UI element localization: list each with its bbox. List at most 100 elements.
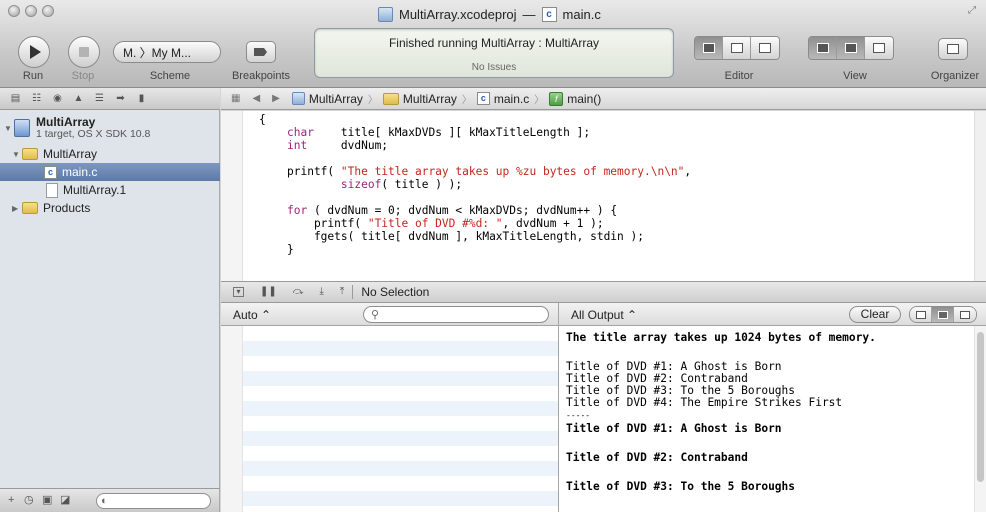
show-both-button[interactable] bbox=[932, 307, 954, 322]
show-variables-only-button[interactable] bbox=[910, 307, 932, 322]
code-line: printf( "The title array takes up %zu by… bbox=[287, 165, 692, 178]
tree-item-label: MultiArray bbox=[43, 147, 98, 161]
log-navigator-icon[interactable]: ▮ bbox=[136, 93, 147, 104]
console-scrollbar[interactable] bbox=[974, 326, 986, 512]
console-output-filter[interactable]: All Output ⌃ bbox=[571, 308, 637, 322]
activity-status: Finished running MultiArray : MultiArray bbox=[388, 36, 600, 50]
console-line: Title of DVD #4: The Empire Strikes Firs… bbox=[566, 396, 843, 409]
tree-item-manpage[interactable]: MultiArray.1 bbox=[0, 181, 220, 199]
step-out-icon[interactable]: ⤒ bbox=[340, 287, 344, 297]
tree-item-products[interactable]: ▶ Products bbox=[0, 199, 220, 217]
c-file-icon: c bbox=[44, 165, 57, 179]
c-file-icon: c bbox=[476, 92, 490, 105]
hide-debug-area-icon[interactable]: ▾ bbox=[233, 287, 244, 297]
view-label: View bbox=[843, 70, 867, 82]
toggle-navigator-button[interactable] bbox=[809, 37, 837, 59]
toggle-utilities-button[interactable] bbox=[865, 37, 893, 59]
breadcrumb-project[interactable]: MultiArray bbox=[291, 92, 363, 106]
variables-scope-popup[interactable]: Auto ⌃ bbox=[233, 308, 271, 322]
editor-label: Editor bbox=[724, 70, 754, 82]
tree-item-label: MultiArray.1 bbox=[63, 183, 127, 197]
variables-header: Auto ⌃ ⚲ bbox=[221, 303, 558, 326]
forward-arrow-icon[interactable]: ▶ bbox=[272, 93, 280, 104]
disclosure-expanded-icon[interactable]: ▼ bbox=[4, 124, 14, 133]
utilities-panel-icon bbox=[873, 43, 885, 53]
code-line: printf( "Title of DVD #%d: ", dvdNum + 1… bbox=[287, 217, 604, 230]
show-console-only-button[interactable] bbox=[954, 307, 976, 322]
stop-button[interactable] bbox=[68, 36, 100, 68]
project-navigator-icon[interactable]: ▤ bbox=[10, 93, 21, 104]
variables-search-input[interactable]: ⚲ bbox=[363, 306, 549, 323]
close-window-button[interactable] bbox=[8, 5, 20, 17]
breakpoint-navigator-icon[interactable]: ➡ bbox=[115, 93, 126, 104]
symbol-navigator-icon[interactable]: ☷ bbox=[31, 93, 42, 104]
breadcrumb-group[interactable]: MultiArray bbox=[382, 92, 457, 106]
breadcrumb-file[interactable]: c main.c bbox=[476, 92, 529, 106]
debug-navigator-icon[interactable]: ☰ bbox=[94, 93, 105, 104]
xcodeproj-icon bbox=[378, 6, 393, 22]
grid-icon[interactable]: ▣ bbox=[42, 495, 52, 506]
navigator-filter-input[interactable]: ◐ bbox=[96, 493, 211, 509]
breakpoints-label: Breakpoints bbox=[231, 70, 291, 82]
c-file-icon: c bbox=[541, 6, 557, 22]
breakpoints-button[interactable] bbox=[246, 41, 276, 63]
debug-selection[interactable]: No Selection bbox=[361, 285, 429, 299]
back-arrow-icon[interactable]: ◀ bbox=[252, 93, 260, 104]
project-navigator: ▼ MultiArray 1 target, OS X SDK 10.8 ▼ M… bbox=[0, 110, 220, 488]
search-navigator-icon[interactable]: ◉ bbox=[52, 93, 63, 104]
clear-console-button[interactable]: Clear bbox=[849, 306, 901, 323]
run-button[interactable] bbox=[18, 36, 50, 68]
project-row[interactable]: ▼ MultiArray 1 target, OS X SDK 10.8 bbox=[0, 113, 220, 143]
variables-view[interactable] bbox=[221, 326, 558, 512]
project-filename: MultiArray.xcodeproj bbox=[399, 6, 517, 22]
breadcrumb-separator-icon: 〉 bbox=[367, 95, 378, 106]
breadcrumb-separator-icon: 〉 bbox=[461, 95, 472, 106]
console-scroll-thumb[interactable] bbox=[977, 332, 984, 482]
breakpoint-icon bbox=[254, 48, 267, 56]
scheme-popup[interactable]: M. 〉My M... bbox=[113, 41, 221, 63]
disclosure-collapsed-icon[interactable]: ▶ bbox=[12, 204, 22, 213]
code-line: char title[ kMaxDVDs ][ kMaxTitleLength … bbox=[287, 126, 591, 139]
toggle-debug-area-button[interactable] bbox=[837, 37, 865, 59]
debug-bar: ▾ ❚❚ ⤼ ⤓ ⤒ No Selection bbox=[221, 281, 986, 303]
source-editor[interactable]: { char title[ kMaxDVDs ][ kMaxTitleLengt… bbox=[221, 111, 986, 281]
disclosure-expanded-icon[interactable]: ▼ bbox=[12, 150, 22, 159]
editor-scrollbar[interactable] bbox=[974, 111, 986, 281]
console-header: All Output ⌃ Clear bbox=[559, 303, 986, 326]
pause-icon[interactable]: ❚❚ bbox=[260, 287, 277, 297]
code-line: } bbox=[287, 243, 294, 256]
project-subtitle: 1 target, OS X SDK 10.8 bbox=[36, 128, 151, 140]
tree-item-main-c[interactable]: c main.c bbox=[0, 163, 220, 181]
search-icon: ⚲ bbox=[371, 309, 380, 321]
step-into-icon[interactable]: ⤓ bbox=[319, 287, 323, 297]
split-view-icon bbox=[937, 310, 948, 319]
zoom-window-button[interactable] bbox=[42, 5, 54, 17]
tree-item-label: Products bbox=[43, 201, 91, 215]
navigator-filter-bar: + ◷ ▣ ◪ ◐ bbox=[0, 488, 220, 512]
console-output[interactable]: The title array takes up 1024 bytes of m… bbox=[559, 326, 986, 512]
fullscreen-icon[interactable]: ⤢ bbox=[968, 6, 978, 16]
console-only-icon bbox=[960, 310, 970, 319]
standard-editor-button[interactable] bbox=[695, 37, 723, 59]
clock-icon[interactable]: ◷ bbox=[24, 495, 34, 506]
version-editor-button[interactable] bbox=[751, 37, 779, 59]
function-icon: f bbox=[549, 91, 564, 106]
step-over-icon[interactable]: ⤼ bbox=[293, 287, 304, 297]
code-line: sizeof( title ) ); bbox=[340, 178, 463, 191]
minimize-window-button[interactable] bbox=[25, 5, 37, 17]
organizer-button[interactable] bbox=[938, 38, 968, 60]
breadcrumb-function[interactable]: f main() bbox=[549, 91, 602, 106]
edit-icon[interactable]: ◪ bbox=[60, 495, 70, 506]
document-icon bbox=[46, 182, 58, 198]
assistant-editor-button[interactable] bbox=[723, 37, 751, 59]
related-items-icon[interactable]: ▦ bbox=[231, 93, 240, 104]
title-separator: — bbox=[522, 6, 536, 22]
plus-icon[interactable]: + bbox=[8, 495, 14, 506]
console-line: Title of DVD #2: Contraband bbox=[566, 451, 748, 464]
editor-gutter[interactable] bbox=[221, 111, 243, 281]
tree-item-group[interactable]: ▼ MultiArray bbox=[0, 145, 220, 163]
console-line: The title array takes up 1024 bytes of m… bbox=[566, 331, 876, 344]
view-control bbox=[808, 36, 894, 60]
issue-navigator-icon[interactable]: ▲ bbox=[73, 93, 84, 104]
breadcrumb-label: main() bbox=[567, 91, 602, 106]
